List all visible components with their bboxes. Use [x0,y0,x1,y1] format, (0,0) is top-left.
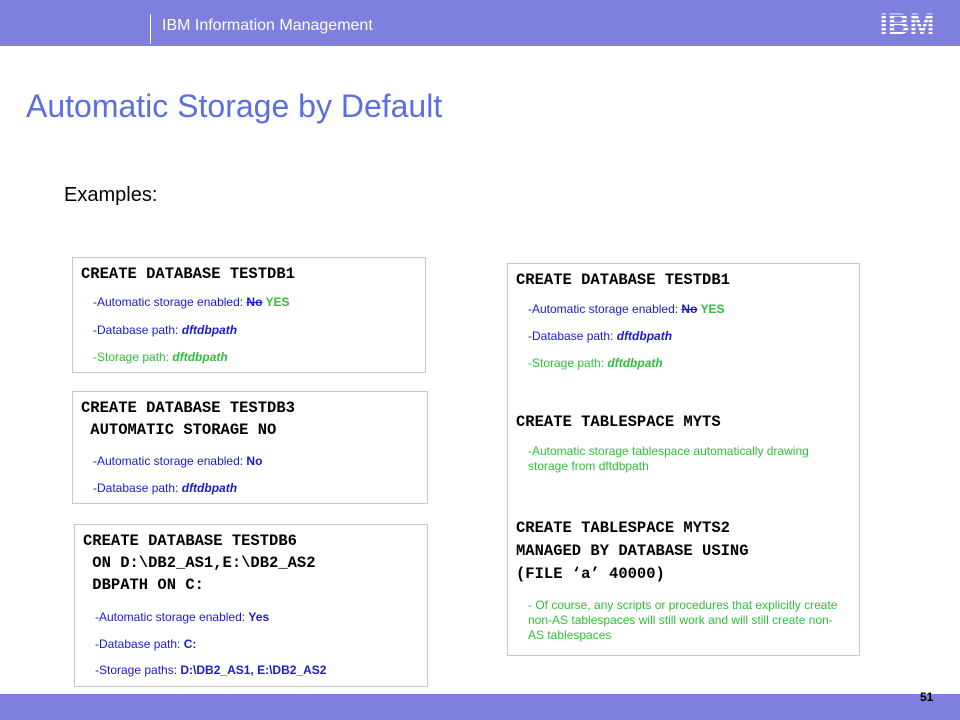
storage-paths-value: D:\DB2_AS1, E:\DB2_AS2 [180,663,327,677]
note-prefix: -Automatic storage enabled: [528,302,682,316]
note-db-path: -Database path: dftdbpath [528,329,672,344]
code-line: CREATE DATABASE TESTDB1 [516,271,730,289]
code-line: MANAGED BY DATABASE USING [516,542,749,560]
auto-storage-value: Yes [248,610,270,624]
storage-path-value: dftdbpath [172,350,228,364]
code-line: CREATE DATABASE TESTDB3 [81,399,295,417]
code-line: AUTOMATIC STORAGE NO [81,421,277,439]
note-prefix: -Automatic storage enabled: [95,610,249,624]
old-value: No [246,295,263,309]
db-path-value: dftdbpath [181,481,238,495]
note-prefix: -Storage path: [528,356,608,370]
code-line: CREATE TABLESPACE MYTS [516,413,721,431]
note-prefix: -Database path: [93,481,182,495]
note-prefix: -Automatic storage enabled: [93,454,247,468]
code-line: DBPATH ON C: [83,576,204,594]
note-db-path: -Database path: dftdbpath [93,481,237,496]
header-org-label: IBM Information Management [162,17,373,34]
note-prefix: -Storage paths: [95,663,181,677]
examples-label: Examples: [64,184,158,206]
old-value: No [681,302,698,316]
note-storage-path: -Storage path: dftdbpath [528,356,663,371]
storage-path-value: dftdbpath [607,356,663,370]
ibm-logo-text: IBM [880,8,935,38]
note-prefix: -Storage path: [93,350,173,364]
note-prefix: -Database path: [95,637,184,651]
note-db-path: -Database path: C: [95,637,196,652]
note-prefix: -Database path: [528,329,617,343]
footer-bar [0,694,960,720]
example-box-testdb1: CREATE DATABASE TESTDB1 -Automatic stora… [72,257,426,373]
auto-storage-value: No [246,454,263,468]
slide-title: Automatic Storage by Default [26,88,443,124]
db-path-value: dftdbpath [616,329,673,343]
note-prefix: -Database path: [93,323,182,337]
note-auto-storage: -Automatic storage enabled: No YES [528,302,725,317]
note-db-path: -Database path: dftdbpath [93,323,237,338]
note-auto-storage: -Automatic storage enabled: No [93,454,262,469]
note-prefix: -Automatic storage enabled: [93,295,247,309]
new-value: YES [262,295,290,309]
note-auto-storage: -Automatic storage enabled: No YES [93,295,290,310]
ibm-logo: IBM [880,8,935,38]
db-path-value: C: [183,637,197,651]
note-tablespace-auto: -Automatic storage tablespace automatica… [528,444,809,473]
code-line: CREATE DATABASE TESTDB1 [81,265,295,283]
code-line: (FILE ‘a’ 40000) [516,565,665,583]
page-number: 51 [920,690,934,704]
note-auto-storage: -Automatic storage enabled: Yes [95,610,269,625]
example-box-tablespace: CREATE DATABASE TESTDB1 -Automatic stora… [507,263,860,656]
note-storage-paths: -Storage paths: D:\DB2_AS1, E:\DB2_AS2 [95,663,326,678]
code-line: CREATE DATABASE TESTDB6 [83,532,297,550]
note-storage-path: -Storage path: dftdbpath [93,350,228,365]
code-line: ON D:\DB2_AS1,E:\DB2_AS2 [83,554,316,572]
example-box-testdb6: CREATE DATABASE TESTDB6 ON D:\DB2_AS1,E:… [74,524,428,687]
example-box-testdb3: CREATE DATABASE TESTDB3 AUTOMATIC STORAG… [72,391,428,504]
header-bar: IBM Information Management IBM [0,0,960,46]
header-separator [150,14,151,44]
note-non-as-tablespaces: - Of course, any scripts or procedures t… [528,598,838,642]
code-line: CREATE TABLESPACE MYTS2 [516,519,730,537]
db-path-value: dftdbpath [181,323,238,337]
new-value: YES [697,302,725,316]
